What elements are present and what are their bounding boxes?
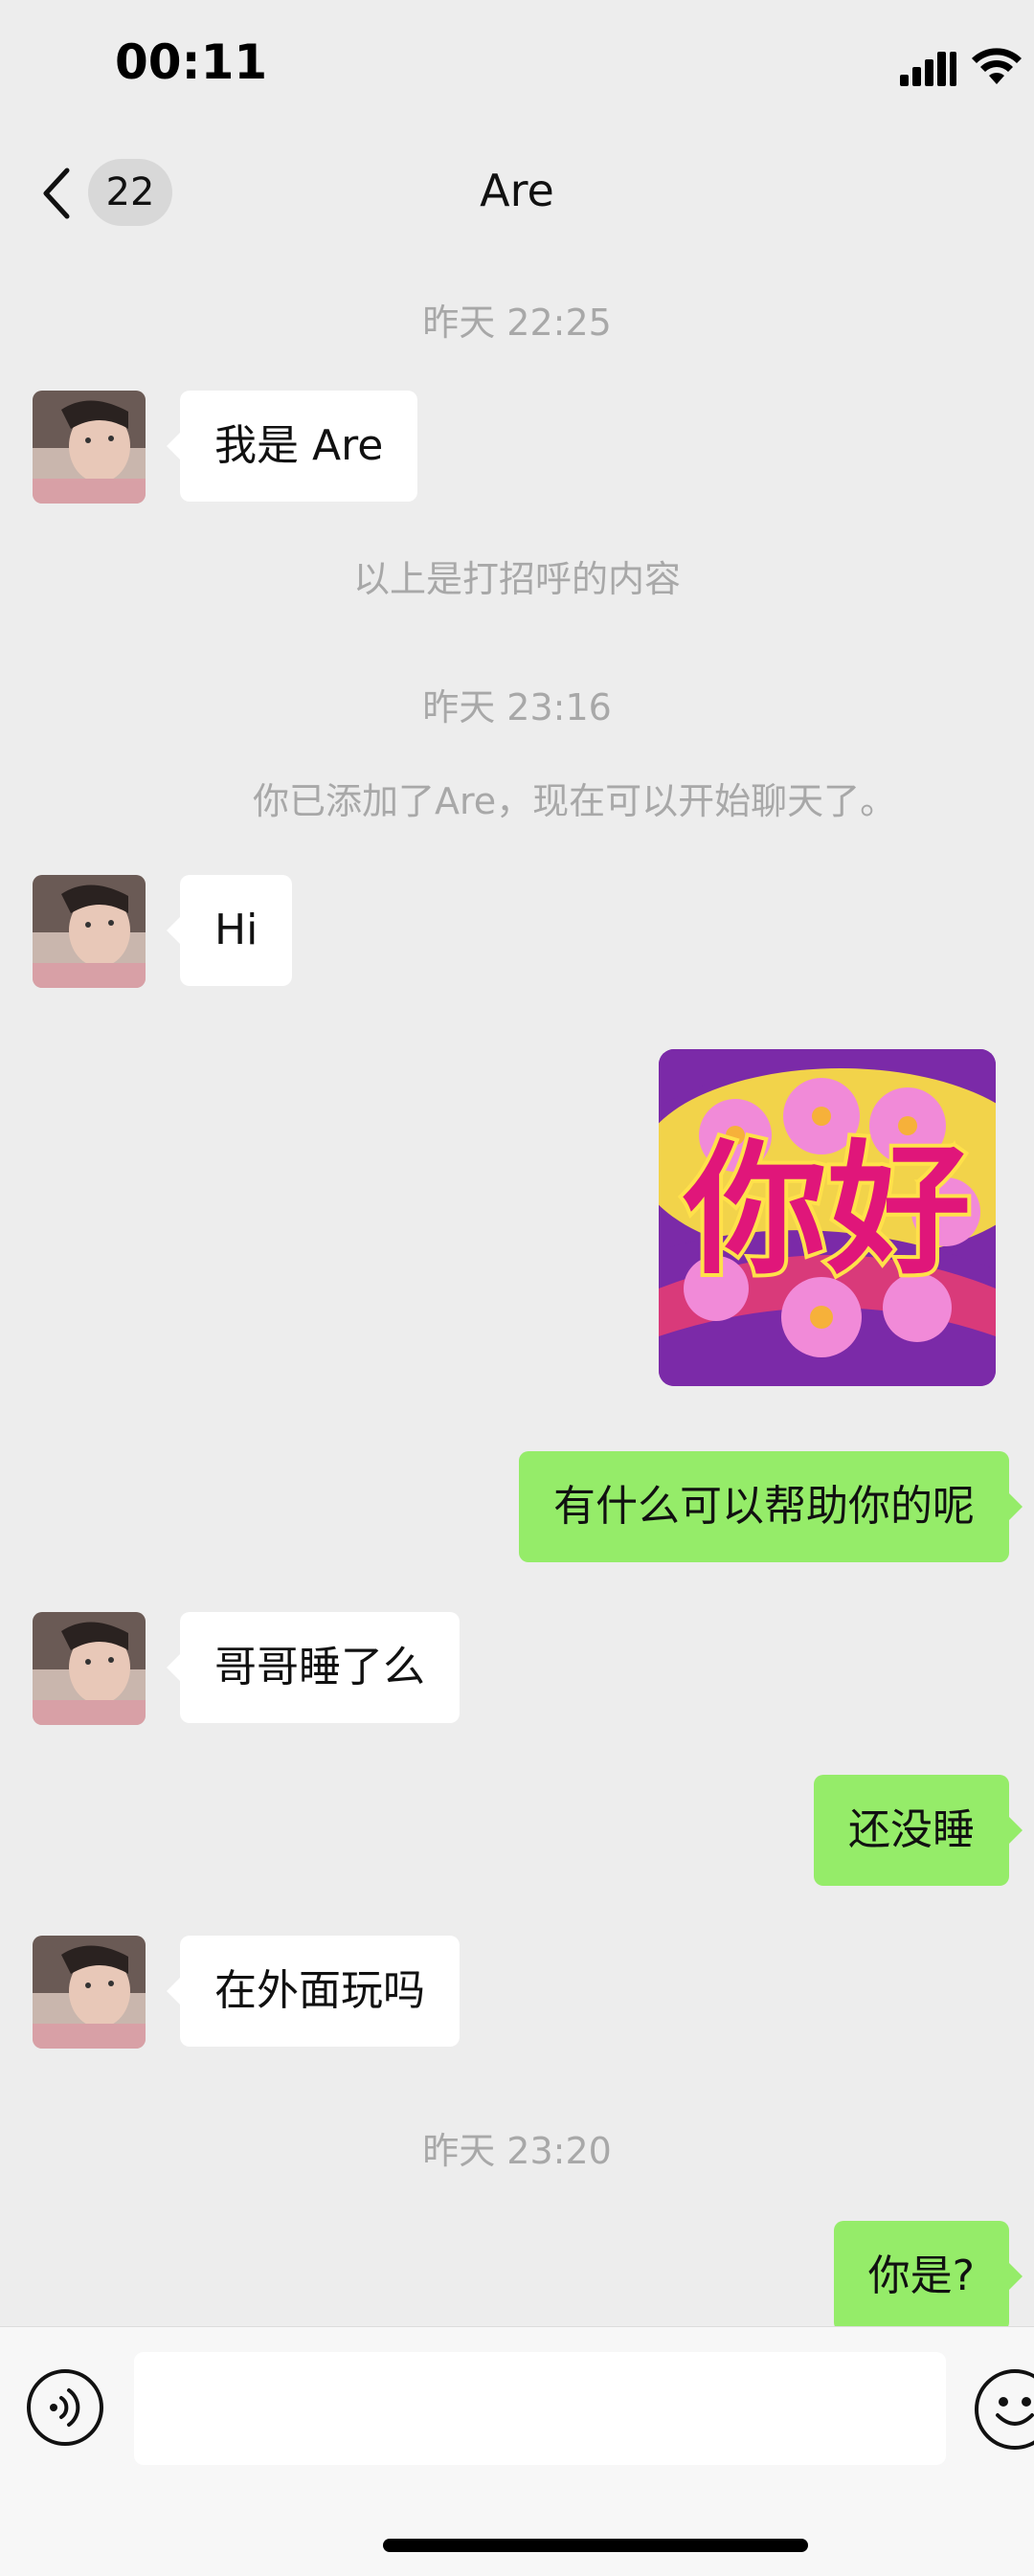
contact-avatar[interactable] xyxy=(33,391,146,504)
incoming-message[interactable]: 在外面玩吗 xyxy=(167,1936,460,2047)
signal-icon xyxy=(900,52,956,86)
contact-avatar[interactable] xyxy=(33,1936,146,2049)
timestamp: 昨天 23:16 xyxy=(422,686,612,728)
status-time: 00:11 xyxy=(115,34,268,90)
voice-icon[interactable] xyxy=(27,2369,103,2446)
timestamp: 昨天 23:20 xyxy=(422,2130,612,2172)
status-bar: 00:11 xyxy=(0,0,1034,134)
system-message: 以上是打招呼的内容 xyxy=(352,558,681,600)
incoming-message[interactable]: 我是 Are xyxy=(166,391,418,502)
home-indicator[interactable] xyxy=(383,2539,808,2552)
outgoing-message[interactable]: 你是? xyxy=(833,2221,1023,2332)
incoming-message[interactable]: 哥哥睡了么 xyxy=(167,1612,460,1723)
sticker-text: 你好 xyxy=(683,1128,971,1294)
emoji-icon[interactable] xyxy=(975,2369,1034,2450)
timestamp: 昨天 22:25 xyxy=(422,302,612,344)
outgoing-message[interactable]: 有什么可以帮助你的呢 xyxy=(519,1451,1023,1562)
outgoing-message[interactable]: 还没睡 xyxy=(814,1775,1023,1886)
message-input[interactable] xyxy=(134,2352,946,2465)
wifi-icon xyxy=(972,48,1022,84)
chat-title: Are xyxy=(480,165,554,216)
chat-header: 22 Are xyxy=(0,144,1034,249)
sticker-message[interactable]: 你好 xyxy=(659,1049,996,1386)
contact-avatar[interactable] xyxy=(33,1612,146,1725)
system-message: 你已添加了Are，现在可以开始聊天了。 xyxy=(253,780,897,822)
incoming-message[interactable]: Hi xyxy=(166,875,293,986)
contact-avatar[interactable] xyxy=(33,875,146,988)
